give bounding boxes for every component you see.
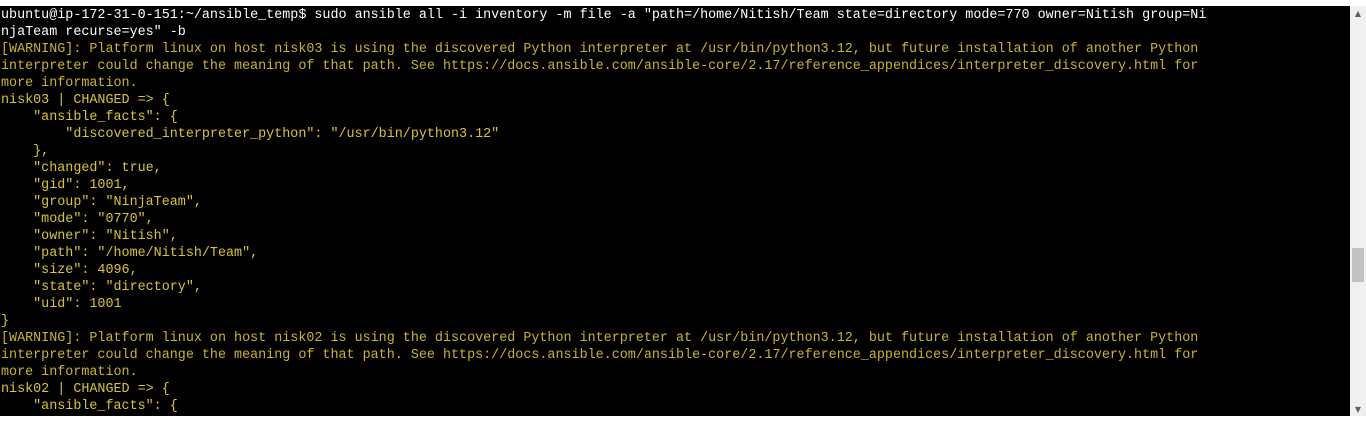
vertical-scrollbar[interactable]: ▲ ▼ bbox=[1350, 6, 1366, 416]
terminal-text-segment: }, bbox=[1, 144, 50, 159]
terminal-text-segment: [WARNING]: Platform linux on host nisk03… bbox=[1, 42, 1199, 57]
window-bottom-edge bbox=[0, 416, 1366, 436]
terminal-text-segment: nisk03 | CHANGED => { bbox=[1, 93, 170, 108]
scrollbar-thumb[interactable] bbox=[1352, 248, 1364, 282]
terminal-text-segment: more information. bbox=[1, 76, 138, 91]
terminal-line: } bbox=[1, 313, 1349, 330]
terminal-text-segment: ubuntu@ip-172-31-0-151:~/ansible_temp$ s… bbox=[1, 8, 1207, 23]
terminal-text-segment: "path": "/home/Nitish/Team", bbox=[1, 246, 259, 261]
terminal-text-segment: njaTeam recurse=yes" -b bbox=[1, 25, 186, 40]
terminal-line: "gid": 1001, bbox=[1, 177, 1349, 194]
terminal-line: }, bbox=[1, 143, 1349, 160]
terminal-text-segment: nisk02 | CHANGED => { bbox=[1, 382, 170, 397]
terminal-line: interpreter could change the meaning of … bbox=[1, 58, 1349, 75]
terminal-text-segment: } bbox=[1, 314, 10, 329]
terminal-line: nisk02 | CHANGED => { bbox=[1, 381, 1349, 398]
terminal-line: more information. bbox=[1, 75, 1349, 92]
terminal-line: nisk03 | CHANGED => { bbox=[1, 92, 1349, 109]
terminal-text-segment: "discovered_interpreter_python": "/usr/b… bbox=[1, 127, 500, 142]
terminal-text-segment: "changed": true, bbox=[1, 161, 162, 176]
terminal-text-segment: "size": 4096, bbox=[1, 263, 138, 278]
terminal-line: njaTeam recurse=yes" -b bbox=[1, 24, 1349, 41]
terminal-text-segment: "group": "NinjaTeam", bbox=[1, 195, 202, 210]
terminal-text-segment: "mode": "0770", bbox=[1, 212, 154, 227]
terminal-text-segment: interpreter could change the meaning of … bbox=[1, 348, 1199, 363]
terminal-text-segment: [WARNING]: Platform linux on host nisk02… bbox=[1, 331, 1199, 346]
terminal-line: "uid": 1001 bbox=[1, 296, 1349, 313]
terminal-window: ubuntu@ip-172-31-0-151:~/ansible_temp$ s… bbox=[0, 0, 1366, 436]
scroll-down-arrow-icon[interactable]: ▼ bbox=[1350, 402, 1366, 416]
terminal-line: more information. bbox=[1, 364, 1349, 381]
terminal-line: [WARNING]: Platform linux on host nisk02… bbox=[1, 330, 1349, 347]
terminal-text-segment: "state": "directory", bbox=[1, 280, 202, 295]
terminal-line: "state": "directory", bbox=[1, 279, 1349, 296]
terminal-lines: ubuntu@ip-172-31-0-151:~/ansible_temp$ s… bbox=[1, 7, 1349, 415]
terminal-line: "ansible_facts": { bbox=[1, 109, 1349, 126]
terminal-line: "discovered_interpreter_python": "/usr/b… bbox=[1, 126, 1349, 143]
terminal-text-segment: interpreter could change the meaning of … bbox=[1, 59, 1199, 74]
terminal-line: ubuntu@ip-172-31-0-151:~/ansible_temp$ s… bbox=[1, 7, 1349, 24]
terminal-line: interpreter could change the meaning of … bbox=[1, 347, 1349, 364]
terminal-line: "ansible_facts": { bbox=[1, 398, 1349, 415]
terminal-line: "mode": "0770", bbox=[1, 211, 1349, 228]
terminal-line: "group": "NinjaTeam", bbox=[1, 194, 1349, 211]
terminal-output[interactable]: ubuntu@ip-172-31-0-151:~/ansible_temp$ s… bbox=[0, 6, 1350, 416]
terminal-text-segment: "owner": "Nitish", bbox=[1, 229, 178, 244]
terminal-line: "changed": true, bbox=[1, 160, 1349, 177]
terminal-text-segment: "ansible_facts": { bbox=[1, 110, 178, 125]
terminal-line: "owner": "Nitish", bbox=[1, 228, 1349, 245]
terminal-line: "path": "/home/Nitish/Team", bbox=[1, 245, 1349, 262]
terminal-text-segment: "gid": 1001, bbox=[1, 178, 130, 193]
scroll-up-arrow-icon[interactable]: ▲ bbox=[1350, 6, 1366, 20]
terminal-text-segment: "ansible_facts": { bbox=[1, 399, 178, 414]
terminal-text-segment: more information. bbox=[1, 365, 138, 380]
terminal-text-segment: "uid": 1001 bbox=[1, 297, 122, 312]
terminal-line: [WARNING]: Platform linux on host nisk03… bbox=[1, 41, 1349, 58]
terminal-line: "size": 4096, bbox=[1, 262, 1349, 279]
